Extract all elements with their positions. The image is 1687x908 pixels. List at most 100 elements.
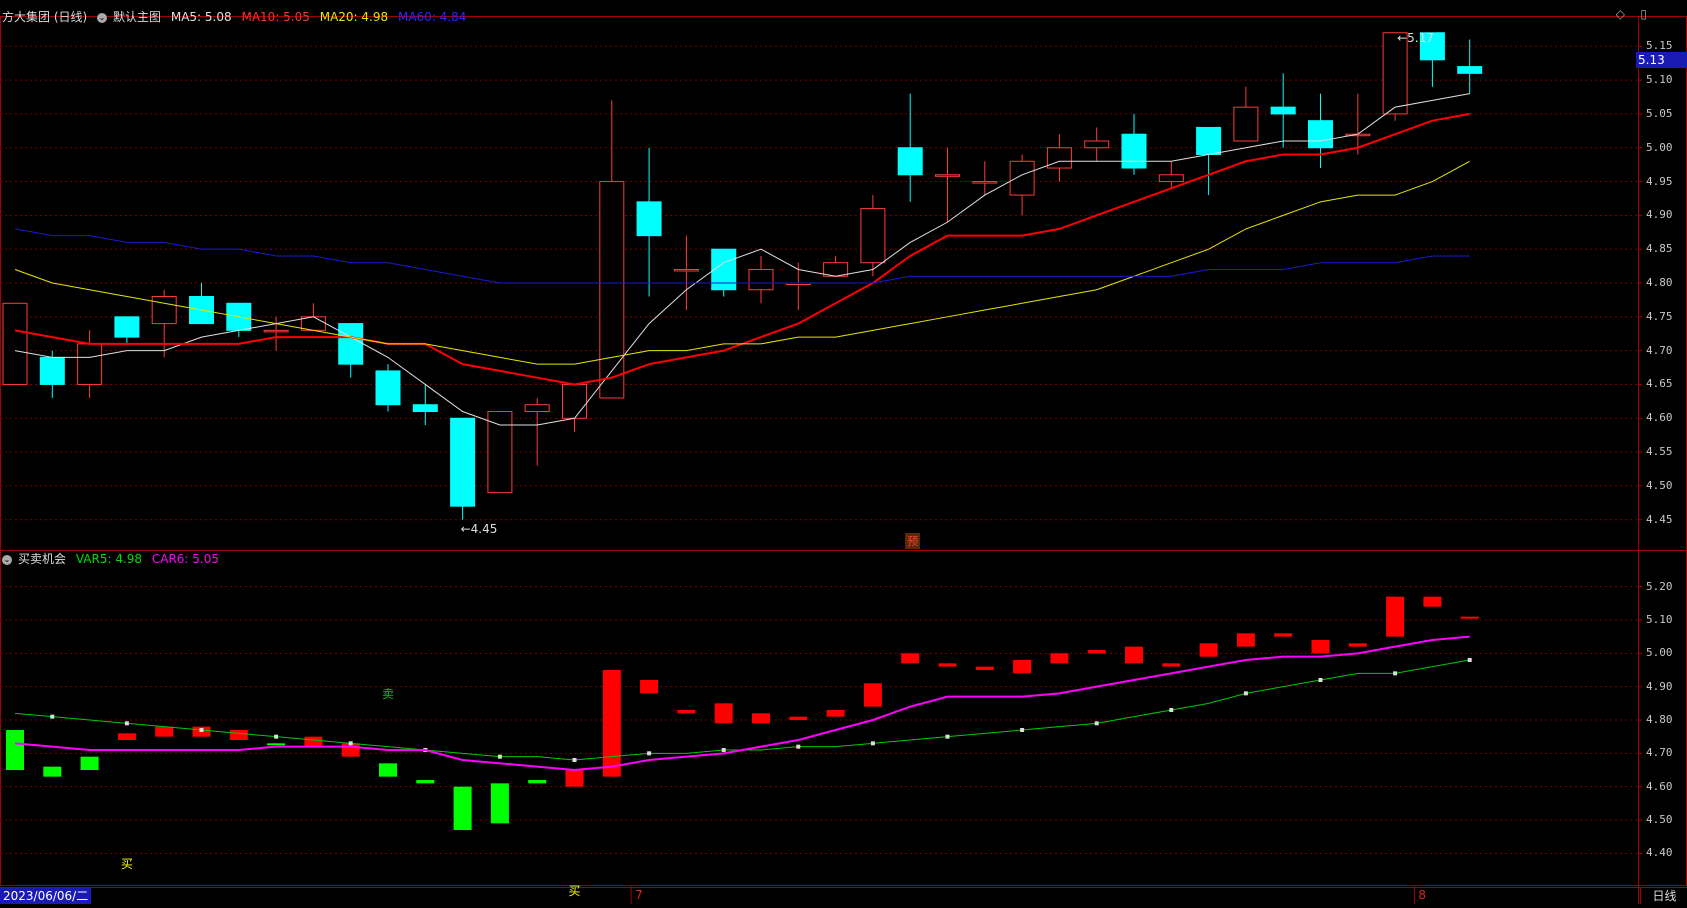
candle-body-down xyxy=(1196,126,1222,155)
indicator-bar xyxy=(1274,633,1293,637)
indicator-bar xyxy=(565,770,584,787)
indicator-bar xyxy=(43,766,62,777)
ma20-label: MA20: 4.98 xyxy=(319,10,389,24)
candle-body-up xyxy=(748,268,774,291)
candle-body-up xyxy=(1158,174,1184,183)
indicator-tick-label: 4.80 xyxy=(1646,713,1673,726)
candle-body-up xyxy=(263,329,289,333)
indicator-bar xyxy=(938,663,957,667)
candle-body-up xyxy=(1046,147,1072,169)
top-right-controls: ◇ ▯ xyxy=(1597,0,1687,24)
indicator-tick-label: 5.00 xyxy=(1646,646,1673,660)
candle-body-up xyxy=(860,208,886,264)
candle-body-up xyxy=(487,411,513,494)
indicator-bar xyxy=(1125,646,1143,664)
candle-body-down xyxy=(450,417,476,507)
high-annotation: ←5.17 xyxy=(1397,30,1434,45)
chevron-down-icon[interactable]: ⌄ xyxy=(97,12,108,23)
price-tick-label: 4.85 xyxy=(1646,242,1673,256)
candle-body-up xyxy=(1233,106,1259,142)
var5-marker xyxy=(1243,691,1248,696)
candle-body-down xyxy=(412,404,438,413)
indicator-bar xyxy=(863,683,882,707)
template-name[interactable]: 默认主图 xyxy=(113,10,161,24)
indicator-bar xyxy=(1199,643,1218,657)
candle-body-down xyxy=(1457,66,1483,74)
indicator-name[interactable]: 买卖机会 xyxy=(18,552,66,566)
month-label-7: 7 xyxy=(635,888,643,902)
candle-body-up xyxy=(935,174,960,177)
price-tick-label: 4.65 xyxy=(1646,377,1673,391)
indicator-bar xyxy=(975,666,994,670)
main-header: 方大集团 (日线) ⌄ 默认主图 MA5: 5.08 MA10: 5.05 MA2… xyxy=(2,8,472,25)
var5-marker xyxy=(796,744,801,749)
pre-marker: 预 xyxy=(905,533,921,549)
var5-marker xyxy=(572,758,577,762)
price-tick-label: 4.75 xyxy=(1646,309,1673,323)
candle-body-up xyxy=(524,404,550,413)
ma10-label: MA10: 5.05 xyxy=(241,10,310,24)
low-annotation: ←4.45 xyxy=(460,521,498,536)
var5-marker xyxy=(721,748,726,752)
indicator-bar xyxy=(826,710,845,717)
price-tick-label: 5.05 xyxy=(1646,106,1673,120)
candle-body-up xyxy=(673,268,699,272)
series-line-var5 xyxy=(14,659,1470,761)
candle-body-down xyxy=(1308,120,1333,149)
diamond-icon[interactable]: ◇ xyxy=(1616,7,1625,21)
series-line-ma20 xyxy=(14,160,1470,365)
indicator-bar xyxy=(117,733,136,740)
indicator-bar xyxy=(1162,663,1181,667)
var5-marker xyxy=(1169,708,1174,712)
date-label[interactable]: 2023/06/06/二 xyxy=(0,888,92,904)
candle-body-down xyxy=(375,370,401,406)
var5-marker xyxy=(1393,671,1398,676)
var5-marker xyxy=(870,741,875,746)
indicator-tick-label: 4.70 xyxy=(1646,746,1673,760)
var5-marker xyxy=(274,734,279,739)
indicator-bar xyxy=(229,730,248,740)
price-tick-label: 4.70 xyxy=(1646,343,1673,357)
series-line-car6 xyxy=(14,635,1470,772)
price-tick-label: 4.60 xyxy=(1646,411,1673,425)
indicator-bar xyxy=(1423,596,1442,607)
price-tick-label: 4.80 xyxy=(1646,276,1673,289)
chevron-down-icon[interactable]: ⌄ xyxy=(2,554,12,565)
candle-body-down xyxy=(39,356,65,385)
indicator-bar xyxy=(1311,640,1330,654)
chart-canvas[interactable] xyxy=(0,0,1687,904)
candle-body-down xyxy=(1270,106,1296,115)
window-icon[interactable]: ▯ xyxy=(1640,7,1647,21)
var5-marker xyxy=(945,734,950,739)
price-tick-label: 5.15 xyxy=(1646,39,1673,53)
var5-marker xyxy=(50,714,55,719)
indicator-tick-label: 5.10 xyxy=(1646,613,1673,626)
indicator-bar xyxy=(1050,653,1069,664)
indicator-bar xyxy=(379,763,397,777)
sell-signal: 卖 xyxy=(382,687,395,702)
indicator-bar xyxy=(640,680,659,694)
indicator-bar xyxy=(602,670,621,777)
indicator-bar xyxy=(80,756,99,770)
var5-marker xyxy=(497,754,502,759)
indicator-bar xyxy=(752,713,770,724)
indicator-bar xyxy=(1013,660,1032,674)
indicator-tick-label: 4.90 xyxy=(1646,679,1673,693)
var5-marker xyxy=(1020,728,1025,732)
candle-body-down xyxy=(897,147,923,176)
candle-body-up xyxy=(599,181,625,399)
ma60-label: MA60: 4.84 xyxy=(397,10,467,24)
period-label[interactable]: 日线 xyxy=(1640,888,1687,904)
indicator-bar xyxy=(490,783,509,824)
stock-title[interactable]: 方大集团 (日线) xyxy=(2,10,87,24)
month-label-8: 8 xyxy=(1418,888,1427,902)
price-tick-label: 5.00 xyxy=(1646,140,1673,154)
indicator-bar xyxy=(267,743,286,746)
candle-body-down xyxy=(711,248,737,291)
indicator-bar xyxy=(1386,596,1405,637)
price-tick-label: 4.95 xyxy=(1646,174,1673,188)
indicator-bar xyxy=(155,726,174,737)
indicator-bar xyxy=(1348,643,1367,647)
candle-body-up xyxy=(1084,140,1110,149)
indicator-bar xyxy=(453,786,472,830)
